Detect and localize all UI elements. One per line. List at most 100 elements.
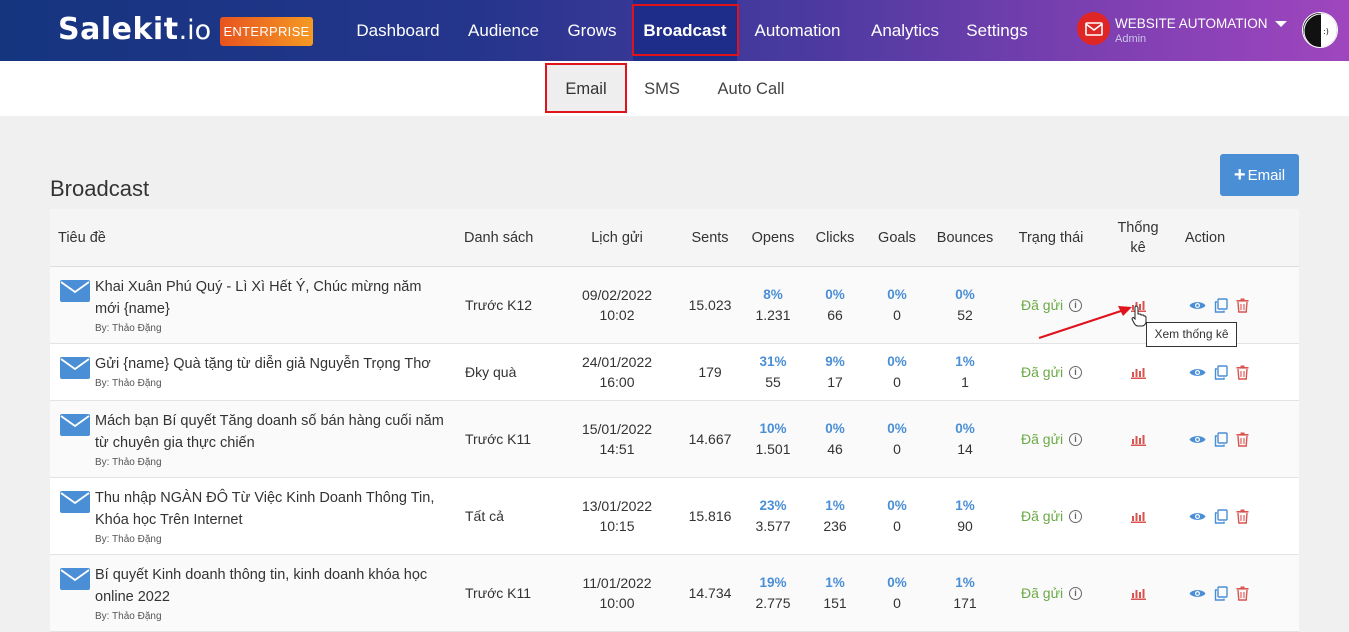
eye-icon[interactable] [1189, 300, 1206, 311]
clicks-count: 66 [827, 307, 843, 323]
opens-percent: 23% [759, 498, 787, 513]
action-cell [1176, 478, 1262, 554]
schedule-time: 14:51 [599, 441, 635, 457]
stats-tooltip: Xem thống kê [1146, 322, 1237, 347]
nav-automation[interactable]: Automation [744, 0, 851, 61]
goals-count: 0 [893, 374, 901, 390]
col-title: Tiêu đề [58, 230, 106, 246]
tab-sms[interactable]: SMS [636, 65, 688, 113]
clicks-cell: 1% 236 [806, 478, 864, 554]
opens-cell: 31% 55 [744, 344, 802, 400]
sents-cell: 15.023 [688, 297, 732, 313]
bounces-cell: 1% 90 [930, 478, 1000, 554]
bar-chart-icon[interactable] [1130, 433, 1146, 446]
info-icon[interactable]: i [1069, 586, 1083, 600]
clicks-percent: 9% [825, 354, 845, 369]
copy-icon[interactable] [1214, 585, 1228, 601]
trash-icon[interactable] [1236, 298, 1249, 313]
action-cell [1176, 401, 1262, 477]
table-header: Tiêu đề Danh sách Lịch gửi Sents Opens C… [50, 209, 1299, 267]
goals-percent: 0% [887, 354, 907, 369]
eye-icon[interactable] [1189, 511, 1206, 522]
broadcast-title[interactable]: Gửi {name} Quà tặng từ diễn giả Nguyễn T… [95, 353, 445, 391]
goals-count: 0 [893, 518, 901, 534]
clicks-count: 236 [823, 518, 847, 534]
broadcast-table: Tiêu đề Danh sách Lịch gửi Sents Opens C… [50, 209, 1299, 632]
schedule-cell: 13/01/2022 10:15 [570, 478, 664, 554]
copy-icon[interactable] [1214, 297, 1228, 313]
bar-chart-icon[interactable] [1130, 510, 1146, 523]
status-cell: Đã gửi i [1021, 555, 1083, 631]
col-status: Trạng thái [1018, 230, 1084, 246]
trash-icon[interactable] [1236, 365, 1249, 380]
bar-chart-icon[interactable] [1130, 587, 1146, 600]
bounces-cell: 0% 14 [930, 401, 1000, 477]
table-row: Bí quyết Kinh doanh thông tin, kinh doan… [50, 555, 1299, 632]
eye-icon[interactable] [1189, 434, 1206, 445]
opens-count: 2.775 [755, 595, 791, 611]
copy-icon[interactable] [1214, 431, 1228, 447]
tab-email[interactable]: Email [547, 65, 625, 113]
col-clicks: Clicks [815, 230, 855, 246]
broadcast-title[interactable]: Thu nhập NGÀN ĐÔ Từ Việc Kinh Doanh Thôn… [95, 487, 445, 547]
copy-icon[interactable] [1214, 364, 1228, 380]
schedule-date: 24/01/2022 [581, 354, 653, 370]
tab-auto-call[interactable]: Auto Call [708, 65, 794, 113]
add-email-button[interactable]: + Email [1220, 154, 1299, 196]
copy-icon[interactable] [1214, 508, 1228, 524]
trash-icon[interactable] [1236, 432, 1249, 447]
bounces-percent: 1% [955, 498, 975, 513]
broadcast-author: By: Thảo Đặng [95, 534, 162, 545]
bounces-percent: 1% [955, 575, 975, 590]
table-row: Mách bạn Bí quyết Tăng doanh số bán hàng… [50, 401, 1299, 478]
goals-percent: 0% [887, 498, 907, 513]
trash-icon[interactable] [1236, 586, 1249, 601]
info-icon[interactable]: i [1069, 365, 1083, 379]
bar-chart-icon[interactable] [1130, 366, 1146, 379]
account-menu[interactable]: WEBSITE AUTOMATION Admin [1077, 12, 1297, 50]
mail-icon [60, 414, 90, 436]
status-text: Đã gửi [1021, 431, 1064, 447]
schedule-date: 09/02/2022 [581, 287, 653, 303]
goals-cell: 0% 0 [868, 344, 926, 400]
nav-settings[interactable]: Settings [958, 0, 1036, 61]
list-cell: Tất cả [465, 508, 504, 524]
avatar[interactable]: :) [1302, 12, 1338, 48]
goals-count: 0 [893, 441, 901, 457]
col-action: Action [1184, 230, 1226, 246]
schedule-date: 15/01/2022 [581, 421, 653, 437]
clicks-count: 46 [827, 441, 843, 457]
clicks-percent: 1% [825, 575, 845, 590]
broadcast-author: By: Thảo Đặng [95, 457, 162, 468]
schedule-time: 10:00 [599, 595, 635, 611]
info-icon[interactable]: i [1069, 509, 1083, 523]
nav-audience[interactable]: Audience [458, 0, 549, 61]
nav-dashboard[interactable]: Dashboard [343, 0, 453, 61]
broadcast-title[interactable]: Bí quyết Kinh doanh thông tin, kinh doan… [95, 564, 445, 624]
broadcast-title-text: Mách bạn Bí quyết Tăng doanh số bán hàng… [95, 413, 444, 451]
trash-icon[interactable] [1236, 509, 1249, 524]
broadcast-title[interactable]: Mách bạn Bí quyết Tăng doanh số bán hàng… [95, 410, 445, 470]
nav-broadcast[interactable]: Broadcast [633, 0, 737, 61]
mail-icon [60, 280, 90, 302]
bounces-count: 52 [957, 307, 973, 323]
opens-percent: 8% [763, 287, 783, 302]
salekit-logo[interactable]: Salekit .io [58, 12, 211, 48]
bounces-count: 171 [953, 595, 977, 611]
schedule-cell: 09/02/2022 10:02 [570, 267, 664, 343]
schedule-cell: 11/01/2022 10:00 [570, 555, 664, 631]
nav-grows[interactable]: Grows [559, 0, 625, 61]
broadcast-author: By: Thảo Đặng [95, 323, 162, 334]
eye-icon[interactable] [1189, 367, 1206, 378]
goals-percent: 0% [887, 575, 907, 590]
status-text: Đã gửi [1021, 585, 1064, 601]
nav-analytics[interactable]: Analytics [862, 0, 948, 61]
stats-cell [1110, 478, 1166, 554]
broadcast-title-text: Bí quyết Kinh doanh thông tin, kinh doan… [95, 567, 428, 605]
chevron-down-icon[interactable] [1275, 21, 1287, 27]
eye-icon[interactable] [1189, 588, 1206, 599]
info-icon[interactable]: i [1069, 432, 1083, 446]
col-stats-line1: Thống [1117, 220, 1159, 236]
table-row: Thu nhập NGÀN ĐÔ Từ Việc Kinh Doanh Thôn… [50, 478, 1299, 555]
broadcast-title[interactable]: Khai Xuân Phú Quý - Lì Xì Hết Ý, Chúc mừ… [95, 276, 445, 336]
